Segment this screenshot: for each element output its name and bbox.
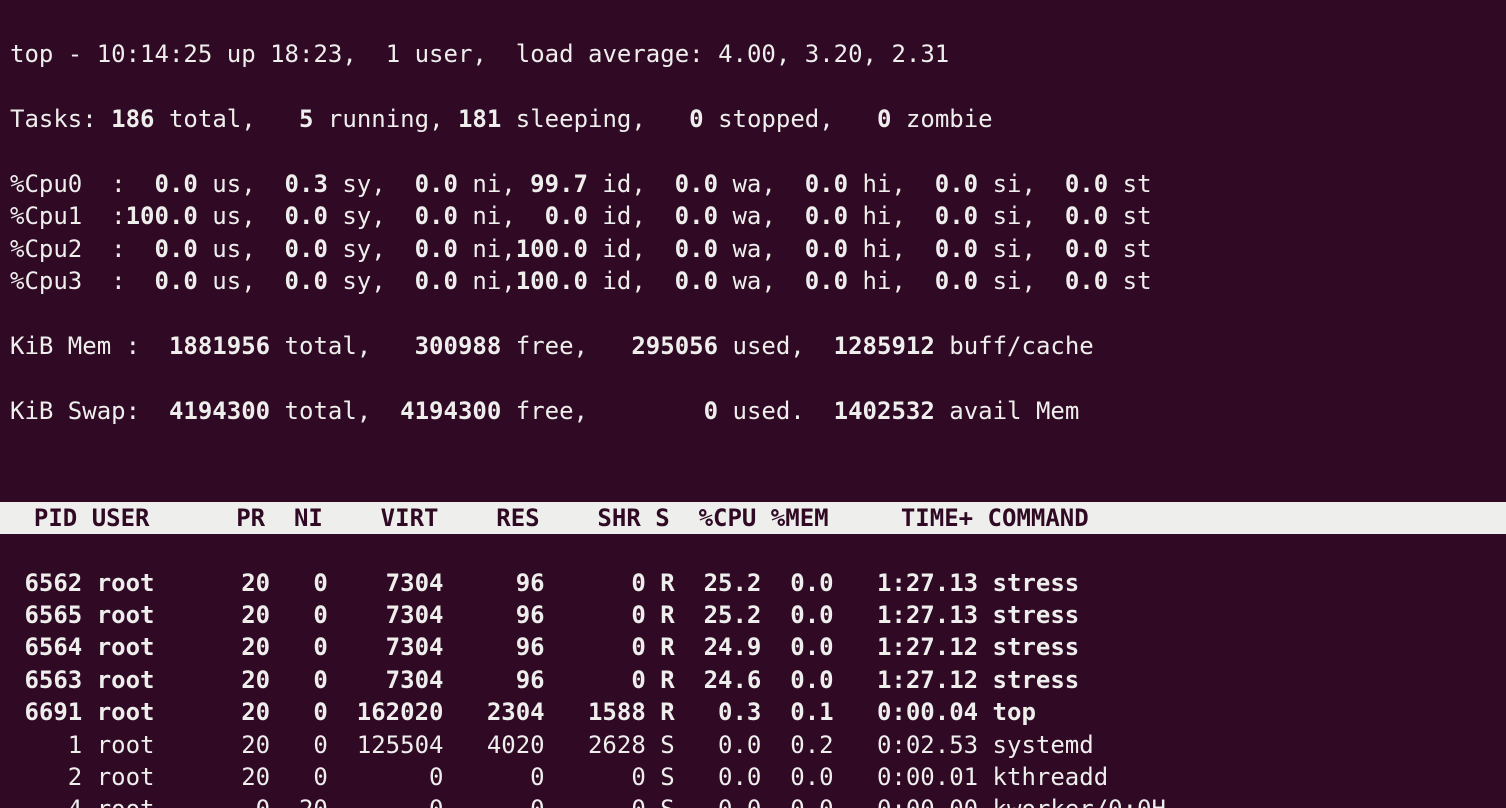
terminal-output[interactable]: top - 10:14:25 up 18:23, 1 user, load av…	[0, 0, 1506, 808]
process-table-body: 6562 root 20 0 7304 96 0 R 25.2 0.0 1:27…	[10, 567, 1496, 808]
summary-line-tasks: Tasks: 186 total, 5 running, 181 sleepin…	[10, 103, 1496, 135]
process-row[interactable]: 4 root 0 -20 0 0 0 S 0.0 0.0 0:00.00 kwo…	[10, 793, 1496, 808]
process-row[interactable]: 2 root 20 0 0 0 0 S 0.0 0.0 0:00.01 kthr…	[10, 761, 1496, 793]
process-row[interactable]: 6564 root 20 0 7304 96 0 R 24.9 0.0 1:27…	[10, 631, 1496, 663]
summary-line-mem: KiB Mem : 1881956 total, 300988 free, 29…	[10, 330, 1496, 362]
summary-line-cpu1: %Cpu1 :100.0 us, 0.0 sy, 0.0 ni, 0.0 id,…	[10, 200, 1496, 232]
process-row[interactable]: 6691 root 20 0 162020 2304 1588 R 0.3 0.…	[10, 696, 1496, 728]
process-table-header[interactable]: PID USER PR NI VIRT RES SHR S %CPU %MEM …	[0, 502, 1506, 534]
summary-line-swap: KiB Swap: 4194300 total, 4194300 free, 0…	[10, 395, 1496, 427]
summary-line-uptime: top - 10:14:25 up 18:23, 1 user, load av…	[10, 38, 1496, 70]
process-row[interactable]: 6563 root 20 0 7304 96 0 R 24.6 0.0 1:27…	[10, 664, 1496, 696]
process-row[interactable]: 6565 root 20 0 7304 96 0 R 25.2 0.0 1:27…	[10, 599, 1496, 631]
summary-line-cpu3: %Cpu3 : 0.0 us, 0.0 sy, 0.0 ni,100.0 id,…	[10, 265, 1496, 297]
process-row[interactable]: 1 root 20 0 125504 4020 2628 S 0.0 0.2 0…	[10, 729, 1496, 761]
summary-line-cpu0: %Cpu0 : 0.0 us, 0.3 sy, 0.0 ni, 99.7 id,…	[10, 168, 1496, 200]
summary-cpu-lines: %Cpu0 : 0.0 us, 0.3 sy, 0.0 ni, 99.7 id,…	[10, 168, 1496, 298]
process-row[interactable]: 6562 root 20 0 7304 96 0 R 25.2 0.0 1:27…	[10, 567, 1496, 599]
summary-line-cpu2: %Cpu2 : 0.0 us, 0.0 sy, 0.0 ni,100.0 id,…	[10, 233, 1496, 265]
